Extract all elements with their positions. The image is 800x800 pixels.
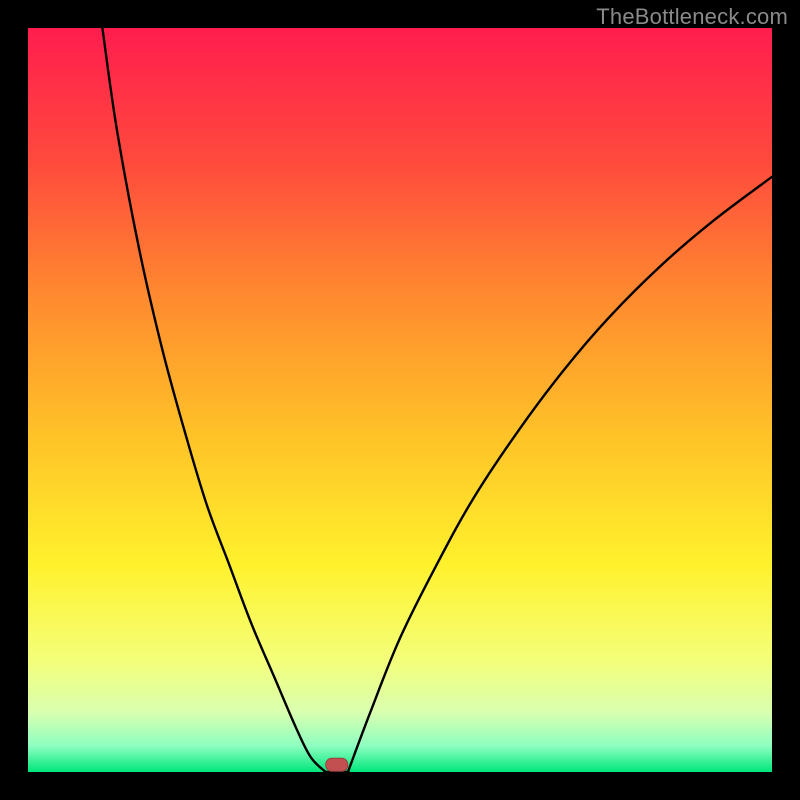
watermark-text: TheBottleneck.com	[596, 4, 788, 30]
plot-svg	[28, 28, 772, 772]
optimal-point-marker	[326, 758, 348, 771]
gradient-background	[28, 28, 772, 772]
plot-area	[28, 28, 772, 772]
chart-frame: TheBottleneck.com	[0, 0, 800, 800]
